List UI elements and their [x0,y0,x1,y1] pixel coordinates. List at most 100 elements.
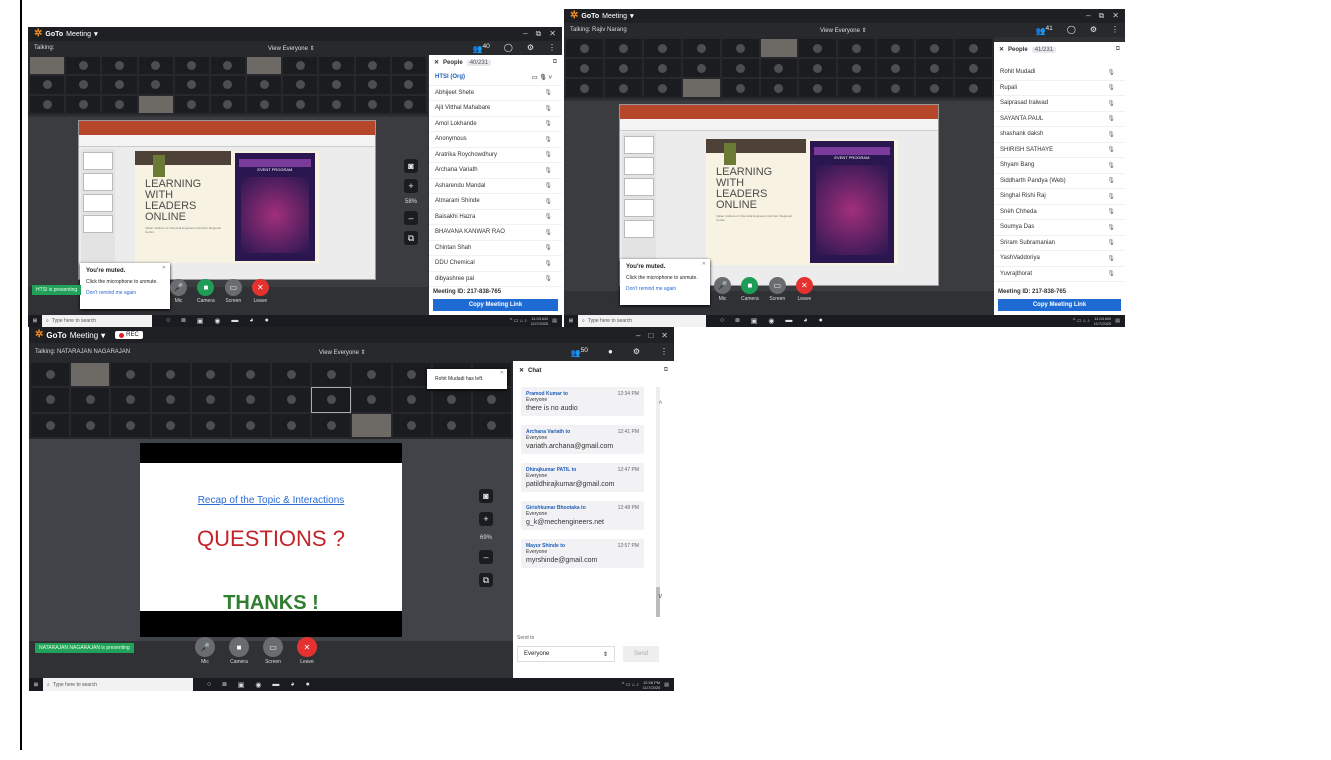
tray-icons[interactable]: ^ ▭ ⌂ ♪ [1073,318,1090,324]
chrome-icon[interactable]: ◕ [249,317,253,325]
close-icon[interactable]: ✕ [661,331,668,340]
explorer-icon[interactable]: ▬ [272,681,279,689]
windows-start-icon[interactable]: ⊞ [28,318,42,324]
participant-row[interactable]: Snèh Chheda 🎙 [994,205,1125,220]
minimize-icon[interactable]: – [1086,11,1090,21]
windows-start-icon[interactable]: ⊞ [564,318,578,324]
edge-icon[interactable]: ◉ [214,317,220,325]
participant-row[interactable]: Anonymous 🎙 [429,132,562,148]
task-view-icon[interactable]: ⧈ [222,681,226,689]
chat-scroll-down-icon[interactable]: v [659,593,663,600]
zoom-out-button[interactable]: – [404,211,418,225]
chrome-icon[interactable]: ◕ [290,681,294,689]
windows-start-icon[interactable]: ⊞ [29,682,43,688]
participant-row[interactable]: Amol Lokhande 🎙 [429,117,562,132]
participant-row[interactable]: Shyam Bang 🎙 [994,158,1125,174]
store-icon[interactable]: ▣ [197,317,204,325]
restore-icon[interactable]: ⧉ [536,29,542,39]
more-icon[interactable]: ⋮ [660,347,668,358]
participant-row[interactable]: YashVaddoriya 🎙 [994,251,1125,267]
chrome-icon[interactable]: ◕ [803,317,807,325]
zoom-in-button[interactable]: + [479,512,493,526]
leave-button[interactable]: ✕ Leave [251,279,269,304]
view-everyone-dropdown[interactable]: View Everyone ⇕ [268,45,315,52]
view-everyone-dropdown[interactable]: View Everyone ⇕ [820,27,867,34]
explorer-icon[interactable]: ▬ [231,317,238,325]
settings-icon[interactable]: ⚙ [633,347,640,358]
participant-row[interactable]: SHIRISH SATHAYE 🎙 [994,143,1125,158]
more-icon[interactable]: ⋮ [1111,25,1119,36]
participant-row[interactable]: Baisakhi Hazra 🎙 [429,210,562,225]
participant-row[interactable]: Soumya Das 🎙 [994,220,1125,236]
participant-row[interactable]: Asharendu Mandal 🎙 [429,179,562,194]
participant-row[interactable]: Chintan Shah 🎙 [429,241,562,256]
minimize-icon[interactable]: – [523,29,527,39]
tray-icons[interactable]: ^ ▭ ⌂ ♪ [622,682,639,688]
zoom-in-button[interactable]: + [404,179,418,193]
screen-button[interactable]: ▭ Screen [263,637,283,665]
participant-row[interactable]: SAYANTA PAUL 🎙 [994,112,1125,127]
task-view-icon[interactable]: ⧈ [735,317,739,325]
more-icon[interactable]: ⋮ [548,43,556,54]
copy-meeting-link-button[interactable]: Copy Meeting Link [433,299,558,311]
close-icon[interactable]: ✕ [500,370,504,376]
participant-row[interactable]: Ajit Vitthal Mahabare 🎙 [429,101,562,117]
popout-icon[interactable]: ⧉ [1116,46,1120,53]
attendees-icon[interactable]: 👥40 [473,43,490,54]
cortana-icon[interactable]: ○ [207,681,211,689]
leave-button[interactable]: ✕ Leave [297,637,317,665]
close-icon[interactable]: ✕ [434,59,439,66]
popout-icon[interactable]: ⧉ [404,231,418,245]
cortana-icon[interactable]: ○ [720,317,724,325]
taskbar-search[interactable]: ⌕ Type here to search [578,315,706,327]
notification-icon[interactable]: ▤ [552,318,557,324]
camera-button[interactable]: ■ Camera [741,277,759,302]
gotomeeting-icon[interactable]: ● [819,317,823,325]
dont-remind-link[interactable]: Don't remind me again [86,290,164,296]
participant-row[interactable]: Saiprasad Iralwad 🎙 [994,96,1125,112]
participant-row[interactable]: Yuvrajthorat 🎙 [994,267,1125,282]
explorer-icon[interactable]: ▬ [785,317,792,325]
app-logo[interactable]: ✲ GoTo Meeting ▾ [34,29,98,39]
participant-row[interactable]: Singhal Rishi Raj 🎙 [994,189,1125,205]
notification-icon[interactable]: ▤ [664,682,669,688]
restore-icon[interactable]: ⧉ [1099,11,1105,21]
taskbar-search[interactable]: ⌕ Type here to search [42,315,152,327]
gotomeeting-icon[interactable]: ● [306,681,310,689]
close-icon[interactable]: ✕ [549,29,556,39]
task-view-icon[interactable]: ⧈ [181,317,185,325]
send-to-select[interactable]: Everyone ⇕ [517,646,615,662]
camera-snapshot-icon[interactable]: ◙ [404,159,418,173]
popout-icon[interactable]: ⧉ [479,573,493,587]
send-button[interactable]: Send [623,646,659,662]
participant-row[interactable]: Rohit Mudadi 🎙 [994,65,1125,81]
store-icon[interactable]: ▣ [238,681,245,689]
taskbar-search[interactable]: ⌕ Type here to search [43,678,193,691]
screen-button[interactable]: ▭ Screen [768,277,786,302]
screen-button[interactable]: ▭ Screen [224,279,242,304]
participant-row[interactable]: Siddharth Pandya (Web) 🎙 [994,174,1125,189]
cortana-icon[interactable]: ○ [166,317,170,325]
org-row[interactable]: HTSI (Org) ▭ 🎙 ˅ [429,70,562,86]
chat-scrollbar[interactable] [656,387,660,617]
slide-link[interactable]: Recap of the Topic & Interactions [140,495,402,506]
leave-button[interactable]: ✕ Leave [795,277,813,302]
zoom-out-button[interactable]: – [479,550,493,564]
chat-icon[interactable]: ● [608,347,613,358]
view-everyone-dropdown[interactable]: View Everyone ⇕ [319,349,366,356]
settings-icon[interactable]: ⚙ [527,43,534,54]
edge-icon[interactable]: ◉ [255,681,261,689]
mic-button[interactable]: 🎤 Mic [714,277,731,302]
popout-icon[interactable]: ⧉ [553,59,557,66]
settings-icon[interactable]: ⚙ [1090,25,1097,36]
chat-scroll-up-icon[interactable]: ^ [659,401,662,408]
chat-icon[interactable]: ◯ [1067,25,1076,36]
close-icon[interactable]: ✕ [702,261,706,267]
minimize-icon[interactable]: – [636,331,640,340]
camera-snapshot-icon[interactable]: ◙ [479,489,493,503]
app-logo[interactable]: ✲ GoTo Meeting ▾ [35,330,105,340]
attendees-icon[interactable]: 👥41 [1036,25,1053,36]
close-icon[interactable]: ✕ [162,265,166,271]
chat-icon[interactable]: ◯ [504,43,513,54]
copy-meeting-link-button[interactable]: Copy Meeting Link [998,299,1121,311]
